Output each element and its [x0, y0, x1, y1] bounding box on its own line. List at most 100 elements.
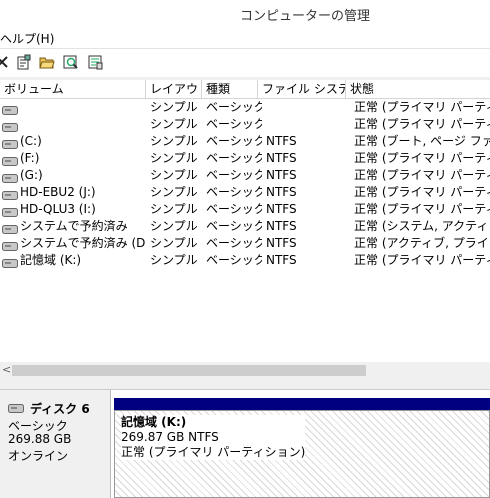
table-row[interactable]: (C:) シンプルベーシック NTFS 正常 (ブート, ページ ファイル [0, 133, 490, 150]
cell-status: 正常 (プライマリ パーティション) [354, 202, 490, 216]
partition-header-bar [114, 398, 490, 410]
drive-icon [2, 256, 18, 268]
table-row[interactable]: シンプルベーシック 正常 (プライマリ パーティション) [0, 99, 490, 116]
cell-status: 正常 (システム, アクティブ, プ [354, 219, 490, 233]
drive-icon [2, 120, 18, 132]
column-type[interactable]: 種類 [202, 80, 258, 98]
column-status[interactable]: 状態 [346, 80, 490, 98]
cell-fs: NTFS [266, 185, 297, 199]
cell-volume: システムで予約済み [2, 218, 146, 235]
cell-volume: HD-QLU3 (I:) [2, 201, 146, 218]
volume-name: HD-EBU2 (J:) [20, 185, 96, 199]
cell-type: ベーシック [206, 185, 262, 199]
cell-volume: (G:) [2, 167, 146, 184]
scrollbar-thumb[interactable] [12, 365, 366, 376]
cell-volume: HD-EBU2 (J:) [2, 184, 146, 201]
cell-layout: シンプル [150, 185, 198, 199]
properties-icon[interactable] [16, 54, 32, 70]
toolbar [0, 49, 490, 77]
cell-status: 正常 (ブート, ページ ファイル [354, 134, 490, 148]
cell-fs [266, 99, 350, 116]
drive-icon [2, 154, 18, 166]
cell-layout: シンプル [150, 100, 198, 114]
cell-status: 正常 (プライマリ パーティション) [354, 253, 490, 267]
cell-type: ベーシック [206, 202, 262, 216]
cell-type: ベーシック [206, 168, 262, 182]
cell-fs: NTFS [266, 134, 297, 148]
cell-status: 正常 (プライマリ パーティション) [354, 100, 490, 114]
column-volume[interactable]: ボリューム [0, 80, 146, 98]
cell-status: 正常 (プライマリ パーティション) [354, 151, 490, 165]
scroll-left-arrow[interactable]: < [2, 363, 11, 376]
cell-layout: シンプル [150, 236, 198, 250]
table-row[interactable]: システムで予約済み シンプルベーシック NTFS 正常 (システム, アクティブ, プ [0, 218, 490, 235]
cell-type: ベーシック [206, 219, 262, 233]
table-row[interactable]: HD-QLU3 (I:) シンプルベーシック NTFS 正常 (プライマリ パーティシ… [0, 201, 490, 218]
volume-name: 記憶域 (K:) [20, 253, 82, 267]
volume-list: ボリューム レイアウト 種類 ファイル システム 状態 シンプルベーシック正常 … [0, 80, 490, 362]
drive-icon [2, 188, 18, 200]
disk-6-label[interactable]: ディスク 6 ベーシック 269.88 GB オンライン [0, 390, 111, 498]
cell-layout: シンプル [150, 117, 198, 131]
volume-name: システムで予約済み (D:) [20, 236, 146, 250]
cell-fs: NTFS [266, 168, 297, 182]
cell-layout: シンプル [150, 168, 198, 182]
table-row[interactable]: (G:) シンプルベーシック NTFS 正常 (プライマリ パーティション) [0, 167, 490, 184]
cell-fs: NTFS [266, 151, 297, 165]
cell-volume: システムで予約済み (D:) [2, 235, 146, 252]
close-icon[interactable] [0, 54, 10, 70]
drive-icon [2, 222, 18, 234]
cell-volume [2, 99, 146, 116]
volume-list-header: ボリューム レイアウト 種類 ファイル システム 状態 [0, 80, 490, 99]
title-bar: コンピューターの管理 [0, 0, 490, 28]
volume-rows: シンプルベーシック正常 (プライマリ パーティション)シンプルベーシック正常 (… [0, 99, 490, 269]
volume-name: システムで予約済み [20, 219, 128, 233]
partition-name: 記憶域 (K:) [121, 415, 187, 429]
cell-layout: シンプル [150, 219, 198, 233]
cell-fs: NTFS [266, 202, 297, 216]
open-folder-icon[interactable] [39, 54, 55, 70]
help-icon[interactable] [87, 54, 103, 70]
drive-icon [2, 205, 18, 217]
disk-status: オンライン [8, 449, 69, 463]
menu-help[interactable]: ヘルプ(H) [0, 30, 54, 47]
partition-status: 正常 (プライマリ パーティション) [121, 445, 306, 459]
cell-type: ベーシック [206, 100, 262, 114]
window-title: コンピューターの管理 [240, 9, 371, 24]
column-layout[interactable]: レイアウト [146, 80, 202, 98]
cell-fs: NTFS [266, 253, 297, 267]
cell-type: ベーシック [206, 151, 262, 165]
cell-status: 正常 (プライマリ パーティション) [354, 168, 490, 182]
cell-type: ベーシック [206, 134, 262, 148]
cell-fs [266, 116, 350, 133]
horizontal-scrollbar[interactable]: < [0, 362, 490, 379]
cell-type: ベーシック [206, 117, 262, 131]
partition-size-fs: 269.87 GB NTFS [121, 430, 219, 444]
disk-graphical-view: ディスク 6 ベーシック 269.88 GB オンライン 記憶域 (K:) 26… [0, 390, 490, 498]
disk-icon [8, 402, 24, 413]
volume-name: (F:) [20, 151, 40, 165]
cell-fs: NTFS [266, 236, 297, 250]
cell-layout: シンプル [150, 253, 198, 267]
pane-splitter[interactable] [0, 379, 490, 390]
search-icon[interactable] [63, 54, 79, 70]
cell-layout: シンプル [150, 202, 198, 216]
column-filesystem[interactable]: ファイル システム [258, 80, 346, 98]
table-row[interactable]: HD-EBU2 (J:) シンプルベーシック NTFS 正常 (プライマリ パーティシ… [0, 184, 490, 201]
partition-k[interactable]: 記憶域 (K:) 269.87 GB NTFS 正常 (プライマリ パーティショ… [114, 410, 490, 498]
volume-name: HD-QLU3 (I:) [20, 202, 96, 216]
table-row[interactable]: 記憶域 (K:) シンプルベーシック NTFS 正常 (プライマリ パーティション) [0, 252, 490, 269]
cell-volume: (F:) [2, 150, 146, 167]
table-row[interactable]: (F:) シンプルベーシック NTFS 正常 (プライマリ パーティション) [0, 150, 490, 167]
disk-name: ディスク 6 [30, 402, 90, 416]
drive-icon [2, 103, 18, 115]
drive-icon [2, 171, 18, 183]
cell-layout: シンプル [150, 134, 198, 148]
drive-icon [2, 239, 18, 251]
cell-status: 正常 (プライマリ パーティション) [354, 117, 490, 131]
cell-status: 正常 (アクティブ, プライマリ パ [354, 236, 490, 250]
table-row[interactable]: システムで予約済み (D:) シンプル ベーシック NTFS 正常 (アクティブ, プラ… [0, 235, 490, 252]
table-row[interactable]: シンプルベーシック 正常 (プライマリ パーティション) [0, 116, 490, 133]
menu-bar: ヘルプ(H) [0, 28, 490, 49]
drive-icon [2, 137, 18, 149]
